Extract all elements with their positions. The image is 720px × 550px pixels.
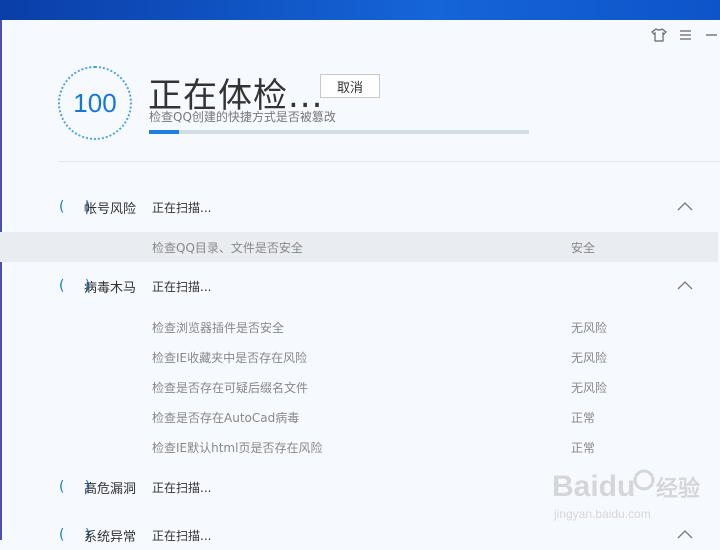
check-item: 检查浏览器插件是否安全 无风险: [0, 312, 718, 342]
category-name: 帐号风险: [84, 201, 137, 217]
category-name: 高危漏洞: [84, 481, 137, 497]
check-item: 检查是否存在可疑后缀名文件 无风险: [0, 372, 718, 402]
check-result: 无风险: [571, 321, 608, 335]
progress-fill: [149, 130, 180, 134]
category-virus-trojan[interactable]: ( ) 病毒木马 正在扫描...: [0, 271, 718, 301]
menu-icon[interactable]: [676, 26, 694, 44]
category-system-anomaly[interactable]: ( ) 系统异常 正在扫描...: [0, 520, 718, 550]
check-item: 检查IE收藏夹中是否存在风险 无风险: [0, 342, 718, 372]
divider: [58, 161, 720, 162]
minimize-icon[interactable]: [702, 26, 720, 44]
current-check-text: 检查QQ创建的快捷方式是否被篡改: [149, 110, 336, 124]
category-name: 系统异常: [84, 529, 137, 545]
category-account-risk[interactable]: ( ) 帐号风险 正在扫描...: [0, 192, 718, 222]
check-description: 检查是否存在可疑后缀名文件: [152, 381, 309, 395]
chevron-up-icon[interactable]: [676, 277, 694, 295]
check-description: 检查IE收藏夹中是否存在风险: [152, 351, 308, 365]
window-buttons: [650, 26, 720, 44]
check-item: 检查IE默认html页是否存在风险 正常: [0, 432, 718, 462]
check-result: 正常: [571, 441, 596, 455]
check-description: 检查浏览器插件是否安全: [152, 321, 285, 335]
check-result: 无风险: [571, 381, 608, 395]
check-description: 检查IE默认html页是否存在风险: [152, 441, 323, 455]
check-description: 检查是否存在AutoCad病毒: [152, 411, 300, 425]
category-status: 正在扫描...: [152, 279, 212, 294]
category-status: 正在扫描...: [152, 480, 212, 495]
check-result: 无风险: [571, 351, 608, 365]
category-status: 正在扫描...: [152, 200, 212, 215]
category-high-risk-vuln[interactable]: ( ) 高危漏洞 正在扫描...: [0, 472, 718, 502]
skin-icon[interactable]: [650, 26, 668, 44]
health-score: 100: [58, 66, 132, 140]
category-name: 病毒木马: [84, 280, 137, 296]
title-bar: [0, 0, 720, 20]
check-item: 检查是否存在AutoCad病毒 正常: [0, 402, 718, 432]
check-description: 检查QQ目录、文件是否安全: [152, 241, 303, 255]
cancel-button[interactable]: 取消: [320, 74, 380, 98]
chevron-up-icon[interactable]: [676, 198, 694, 216]
check-result: 安全: [571, 241, 596, 255]
check-result: 正常: [571, 411, 596, 425]
check-item: 检查QQ目录、文件是否安全 安全: [0, 232, 718, 262]
chevron-up-icon[interactable]: [676, 526, 694, 544]
progress-bar: [149, 130, 529, 134]
category-status: 正在扫描...: [152, 528, 212, 543]
